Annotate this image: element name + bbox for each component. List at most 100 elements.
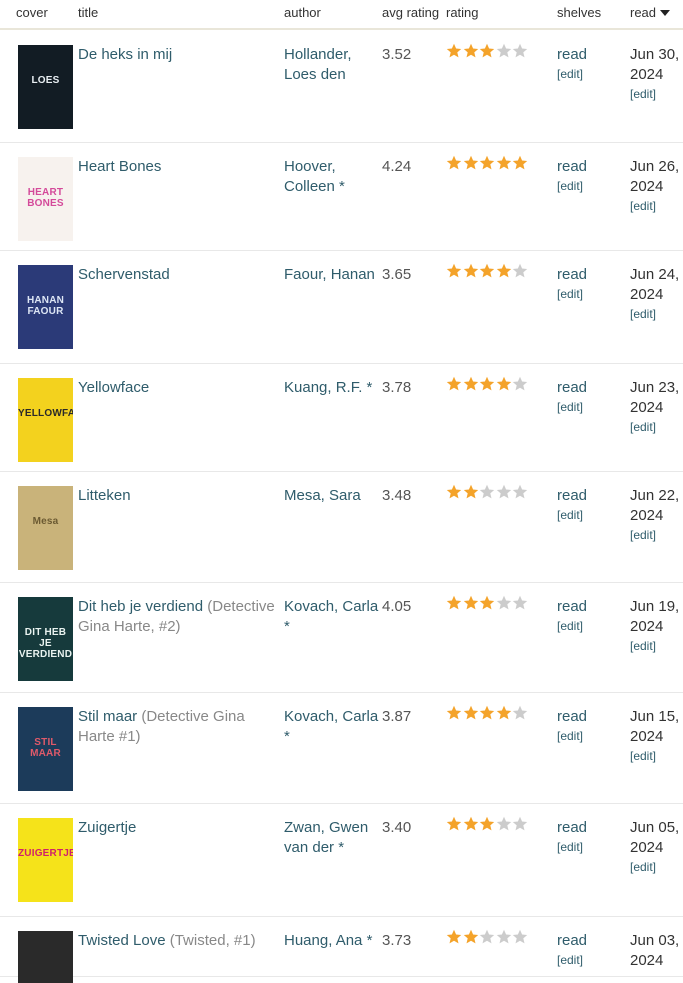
star-icon[interactable] xyxy=(496,595,512,611)
star-icon[interactable] xyxy=(463,263,479,279)
user-rating-stars[interactable] xyxy=(446,484,536,506)
date-edit-link[interactable]: [edit] xyxy=(630,85,683,103)
column-header-author[interactable]: author xyxy=(284,5,321,20)
shelf-link[interactable]: read xyxy=(557,379,587,396)
author-link[interactable]: Hoover, Colleen * xyxy=(284,158,345,195)
author-link[interactable]: Hollander, Loes den xyxy=(284,46,352,83)
author-link[interactable]: Zwan, Gwen van der * xyxy=(284,819,368,856)
book-title-link[interactable]: Schervenstad xyxy=(78,266,170,283)
star-icon[interactable] xyxy=(512,43,528,59)
star-icon[interactable] xyxy=(446,376,462,392)
star-icon[interactable] xyxy=(496,484,512,500)
shelf-link[interactable]: read xyxy=(557,158,587,175)
column-header-avg-rating[interactable]: avg rating xyxy=(382,5,439,20)
book-title-link[interactable]: Zuigertje xyxy=(78,819,136,836)
shelf-link[interactable]: read xyxy=(557,46,587,63)
date-edit-link[interactable]: [edit] xyxy=(630,858,683,876)
star-icon[interactable] xyxy=(512,705,528,721)
author-link[interactable]: Kovach, Carla * xyxy=(284,708,378,745)
date-edit-link[interactable]: [edit] xyxy=(630,637,683,655)
shelf-edit-link[interactable]: [edit] xyxy=(557,951,617,969)
star-icon[interactable] xyxy=(446,263,462,279)
book-cover-image[interactable]: HEART BONES xyxy=(18,157,73,241)
book-title-link[interactable]: Dit heb je verdiend xyxy=(78,598,203,615)
shelf-edit-link[interactable]: [edit] xyxy=(557,285,617,303)
star-icon[interactable] xyxy=(496,155,512,171)
date-edit-link[interactable]: [edit] xyxy=(630,197,683,215)
star-icon[interactable] xyxy=(512,155,528,171)
user-rating-stars[interactable] xyxy=(446,43,536,65)
shelf-link[interactable]: read xyxy=(557,932,587,949)
shelf-edit-link[interactable]: [edit] xyxy=(557,65,617,83)
star-icon[interactable] xyxy=(512,484,528,500)
star-icon[interactable] xyxy=(446,484,462,500)
shelf-link[interactable]: read xyxy=(557,266,587,283)
date-edit-link[interactable]: [edit] xyxy=(630,526,683,544)
star-icon[interactable] xyxy=(446,705,462,721)
book-cover-image[interactable]: YELLOWFACE xyxy=(18,378,73,462)
user-rating-stars[interactable] xyxy=(446,263,536,285)
book-cover-image[interactable]: Mesa xyxy=(18,486,73,570)
star-icon[interactable] xyxy=(512,929,528,945)
star-icon[interactable] xyxy=(479,816,495,832)
star-icon[interactable] xyxy=(446,816,462,832)
book-cover-image[interactable]: STIL MAAR xyxy=(18,707,73,791)
star-icon[interactable] xyxy=(479,705,495,721)
star-icon[interactable] xyxy=(463,376,479,392)
shelf-link[interactable]: read xyxy=(557,708,587,725)
book-cover-image[interactable]: ZUIGERTJE xyxy=(18,818,73,902)
shelf-edit-link[interactable]: [edit] xyxy=(557,398,617,416)
book-title-link[interactable]: Stil maar xyxy=(78,708,137,725)
star-icon[interactable] xyxy=(446,929,462,945)
user-rating-stars[interactable] xyxy=(446,595,536,617)
star-icon[interactable] xyxy=(463,929,479,945)
author-link[interactable]: Mesa, Sara xyxy=(284,487,361,504)
star-icon[interactable] xyxy=(479,155,495,171)
star-icon[interactable] xyxy=(512,816,528,832)
user-rating-stars[interactable] xyxy=(446,816,536,838)
column-header-read[interactable]: read xyxy=(630,5,671,20)
author-link[interactable]: Faour, Hanan xyxy=(284,266,375,283)
user-rating-stars[interactable] xyxy=(446,929,536,951)
user-rating-stars[interactable] xyxy=(446,155,536,177)
shelf-link[interactable]: read xyxy=(557,598,587,615)
user-rating-stars[interactable] xyxy=(446,376,536,398)
star-icon[interactable] xyxy=(479,484,495,500)
star-icon[interactable] xyxy=(463,155,479,171)
star-icon[interactable] xyxy=(446,595,462,611)
star-icon[interactable] xyxy=(479,376,495,392)
author-link[interactable]: Huang, Ana * xyxy=(284,932,372,949)
star-icon[interactable] xyxy=(463,816,479,832)
star-icon[interactable] xyxy=(512,263,528,279)
shelf-link[interactable]: read xyxy=(557,487,587,504)
book-cover-image[interactable] xyxy=(18,931,73,983)
star-icon[interactable] xyxy=(512,595,528,611)
star-icon[interactable] xyxy=(479,595,495,611)
shelf-edit-link[interactable]: [edit] xyxy=(557,177,617,195)
book-cover-image[interactable]: DIT HEB JE VERDIEND xyxy=(18,597,73,681)
star-icon[interactable] xyxy=(479,43,495,59)
column-header-cover[interactable]: cover xyxy=(16,5,48,20)
book-title-link[interactable]: Twisted Love xyxy=(78,932,166,949)
star-icon[interactable] xyxy=(463,705,479,721)
star-icon[interactable] xyxy=(496,263,512,279)
shelf-edit-link[interactable]: [edit] xyxy=(557,506,617,524)
book-title-link[interactable]: De heks in mij xyxy=(78,46,172,63)
book-title-link[interactable]: Yellowface xyxy=(78,379,149,396)
author-link[interactable]: Kovach, Carla * xyxy=(284,598,378,635)
star-icon[interactable] xyxy=(479,929,495,945)
shelf-edit-link[interactable]: [edit] xyxy=(557,727,617,745)
column-header-title[interactable]: title xyxy=(78,5,98,20)
author-link[interactable]: Kuang, R.F. * xyxy=(284,379,372,396)
star-icon[interactable] xyxy=(463,43,479,59)
star-icon[interactable] xyxy=(512,376,528,392)
book-cover-image[interactable]: HANAN FAOUR xyxy=(18,265,73,349)
book-title-link[interactable]: Heart Bones xyxy=(78,158,161,175)
book-cover-image[interactable]: LOES xyxy=(18,45,73,129)
star-icon[interactable] xyxy=(496,816,512,832)
shelf-edit-link[interactable]: [edit] xyxy=(557,617,617,635)
star-icon[interactable] xyxy=(479,263,495,279)
date-edit-link[interactable]: [edit] xyxy=(630,747,683,765)
column-header-shelves[interactable]: shelves xyxy=(557,5,601,20)
star-icon[interactable] xyxy=(463,595,479,611)
